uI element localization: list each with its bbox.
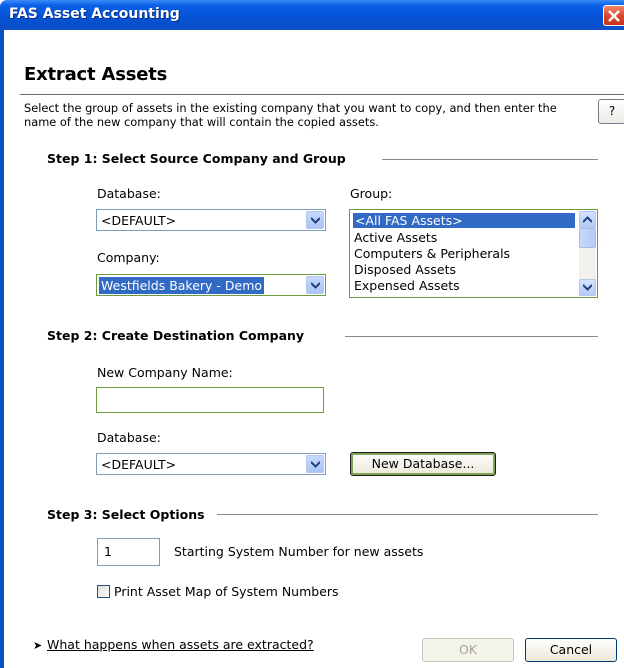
company-value: Westfields Bakery - Demo <box>99 277 265 294</box>
ok-button[interactable]: OK <box>422 638 514 662</box>
list-item[interactable]: <All FAS Assets> <box>353 213 575 228</box>
start-number-input[interactable]: 1 <box>97 538 160 566</box>
new-company-label: New Company Name: <box>97 365 233 380</box>
window-title: FAS Asset Accounting <box>9 6 180 22</box>
new-database-button[interactable]: New Database... <box>350 452 496 476</box>
chevron-down-icon <box>583 284 592 291</box>
start-number-label: Starting System Number for new assets <box>174 544 424 559</box>
dropdown-button[interactable] <box>306 211 324 229</box>
chevron-down-icon <box>311 217 320 224</box>
list-item[interactable]: Expensed Assets <box>354 278 460 293</box>
dropdown-button[interactable] <box>306 276 324 294</box>
step2-rule <box>345 336 598 337</box>
step3-title: Step 3: Select Options <box>47 507 205 522</box>
window-frame-left <box>0 30 4 668</box>
dropdown-button[interactable] <box>306 455 324 473</box>
company-select[interactable]: Westfields Bakery - Demo <box>96 274 326 296</box>
header-divider <box>20 94 624 95</box>
dest-database-select[interactable]: <DEFAULT> <box>96 453 326 475</box>
step1-title: Step 1: Select Source Company and Group <box>47 151 346 166</box>
print-map-checkbox[interactable] <box>97 585 110 598</box>
list-item[interactable]: Computers & Peripherals <box>354 246 510 261</box>
help-button[interactable]: ? <box>598 99 624 124</box>
close-button[interactable] <box>603 5 624 26</box>
step2-title: Step 2: Create Destination Company <box>47 328 305 343</box>
step1-rule <box>382 159 598 160</box>
new-company-input[interactable] <box>96 387 324 413</box>
extract-help-link[interactable]: What happens when assets are extracted? <box>47 637 314 652</box>
list-item[interactable]: Active Assets <box>354 230 437 245</box>
source-database-value: <DEFAULT> <box>101 213 177 228</box>
company-label: Company: <box>97 250 160 265</box>
dest-database-label: Database: <box>97 430 161 445</box>
cancel-button[interactable]: Cancel <box>525 638 617 662</box>
dest-database-value: <DEFAULT> <box>101 457 177 472</box>
print-map-label[interactable]: Print Asset Map of System Numbers <box>114 584 339 599</box>
close-icon <box>608 10 620 22</box>
page-title: Extract Assets <box>24 64 168 85</box>
source-database-select[interactable]: <DEFAULT> <box>96 209 326 231</box>
chevron-down-icon <box>311 282 320 289</box>
chevron-up-icon <box>583 216 592 223</box>
group-listbox[interactable]: <All FAS Assets> Active Assets Computers… <box>349 209 598 298</box>
group-scrollbar[interactable] <box>579 211 596 296</box>
title-bar: FAS Asset Accounting <box>0 0 624 30</box>
chevron-down-icon <box>311 461 320 468</box>
intro-text: Select the group of assets in the existi… <box>24 101 557 129</box>
scroll-up-button[interactable] <box>579 211 596 228</box>
scroll-thumb[interactable] <box>579 228 596 248</box>
scroll-down-button[interactable] <box>579 279 596 296</box>
arrow-right-icon: ➤ <box>33 639 43 652</box>
step3-rule <box>217 514 598 515</box>
group-label: Group: <box>350 186 393 201</box>
list-item[interactable]: Disposed Assets <box>354 262 456 277</box>
source-database-label: Database: <box>97 186 161 201</box>
